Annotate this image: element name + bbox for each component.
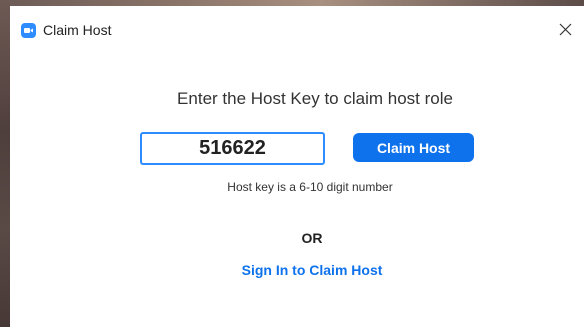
window-title: Claim Host (43, 22, 112, 38)
zoom-camera-icon (21, 23, 36, 38)
close-button[interactable] (553, 15, 579, 41)
desktop-background-left (0, 0, 10, 327)
host-key-prompt: Enter the Host Key to claim host role (177, 89, 453, 108)
host-key-input[interactable] (140, 132, 325, 165)
close-icon (559, 23, 572, 36)
or-divider-label: OR (301, 230, 323, 246)
host-key-hint: Host key is a 6-10 digit number (227, 180, 393, 194)
claim-host-button[interactable]: Claim Host (353, 133, 474, 162)
claim-host-dialog: Claim Host Enter the Host Key to claim h… (10, 6, 584, 327)
sign-in-to-claim-host-link[interactable]: Sign In to Claim Host (10, 261, 584, 279)
title-bar: Claim Host (10, 6, 584, 44)
